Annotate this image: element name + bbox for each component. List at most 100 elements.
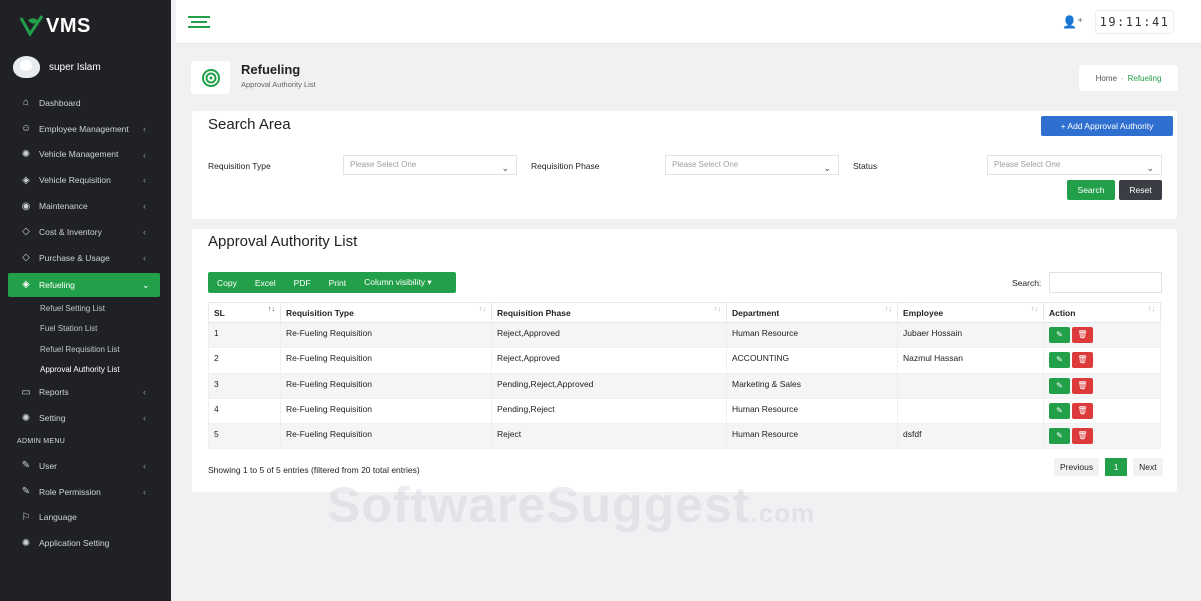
delete-icon[interactable]: 🗑 (1072, 402, 1093, 419)
sidebar-item-setting[interactable]: ✺ Setting ‹ (0, 405, 171, 431)
column-header-requisition-phase[interactable]: Requisition Phase ↑↓ (491, 302, 727, 323)
sidebar-subitem-fuel-station-list[interactable]: Fuel Station List (0, 319, 171, 339)
pdf-button[interactable]: PDF (285, 278, 320, 288)
sidebar-item-role-permission[interactable]: ✎ Role Permission ‹ (0, 479, 171, 505)
column-header-action[interactable]: Action ↑↓ (1043, 302, 1161, 323)
search-button[interactable]: Search (1067, 180, 1115, 200)
sidebar-item-label: Dashboard (39, 97, 81, 108)
sidebar-item-language[interactable]: ⚐ Language (0, 505, 171, 531)
chevron-down-icon: ⌄ (1146, 163, 1154, 173)
next-page-button[interactable]: Next (1133, 458, 1163, 476)
cell-requisition-type: Re-Fueling Requisition (280, 321, 492, 349)
sidebar-nav: ⌂ Dashboard ☺ Employee Management ‹ ✺ Vehicl… (0, 90, 171, 556)
sidebar-item-label: Application Setting (39, 538, 110, 549)
sidebar-item-employee-management[interactable]: ☺ Employee Management ‹ (0, 116, 171, 142)
delete-icon[interactable]: 🗑 (1072, 377, 1093, 394)
cell-requisition-phase: Pending,Reject (491, 397, 727, 425)
sidebar-item-vehicle-requisition[interactable]: ◈ Vehicle Requisition ‹ (0, 167, 171, 193)
sidebar-subitem-refuel-setting-list[interactable]: Refuel Setting List (0, 299, 171, 319)
sidebar-item-application-setting[interactable]: ✺ Application Setting (0, 530, 171, 556)
cell-requisition-type: Re-Fueling Requisition (280, 397, 492, 425)
chevron-left-icon: ‹ (143, 460, 146, 471)
add-user-icon[interactable]: 👤⁺ (1062, 15, 1083, 29)
delete-icon[interactable]: 🗑 (1072, 352, 1093, 369)
table-search-input[interactable] (1049, 272, 1162, 293)
column-header-label: Requisition Type (286, 307, 354, 318)
flag-icon: ⚐ (21, 511, 31, 523)
sidebar-subitem-refuel-requisition-list[interactable]: Refuel Requisition List (0, 339, 171, 359)
topbar: 👤⁺ 19:11:41 (176, 0, 1201, 44)
edit-icon[interactable]: ✎ (1049, 377, 1070, 394)
column-header-requisition-type[interactable]: Requisition Type ↑↓ (280, 302, 492, 323)
sidebar-item-cost-inventory[interactable]: ◇ Cost & Inventory ‹ (0, 219, 171, 245)
pagination: Previous 1 Next (1054, 458, 1163, 476)
edit-icon[interactable]: ✎ (1049, 352, 1070, 369)
sidebar-item-reports[interactable]: ▭ Reports ‹ (0, 379, 171, 405)
chevron-left-icon: ‹ (143, 413, 146, 424)
delete-icon[interactable]: 🗑 (1072, 428, 1093, 445)
delete-icon[interactable]: 🗑 (1072, 327, 1093, 343)
reset-button[interactable]: Reset (1119, 180, 1162, 200)
table-row: 5 Re-Fueling Requisition Reject Human Re… (208, 423, 1161, 450)
home-icon: ⌂ (22, 97, 30, 109)
chevron-down-icon: ⌄ (501, 163, 509, 173)
edit-icon[interactable]: ✎ (1049, 428, 1070, 445)
column-header-label: Action (1049, 307, 1076, 318)
cell-sl: 1 (208, 321, 281, 349)
cell-action: ✎ 🗑 (1043, 372, 1161, 399)
requisition-phase-label: Requisition Phase (531, 161, 600, 171)
print-button[interactable]: Print (320, 278, 355, 288)
requisition-type-label: Requisition Type (208, 161, 271, 171)
sidebar-item-label: Vehicle Management (39, 149, 119, 160)
table-row: 2 Re-Fueling Requisition Reject,Approved… (208, 347, 1161, 374)
chevron-left-icon: ‹ (143, 201, 146, 212)
excel-button[interactable]: Excel (246, 278, 285, 288)
edit-icon[interactable]: ✎ (1049, 402, 1070, 419)
copy-button[interactable]: Copy (208, 278, 246, 288)
cell-requisition-type: Re-Fueling Requisition (280, 372, 492, 399)
sidebar-item-vehicle-management[interactable]: ✺ Vehicle Management ‹ (0, 142, 171, 168)
sidebar-subitem-approval-authority-list[interactable]: Approval Authority List (0, 359, 171, 379)
sidebar-item-user[interactable]: ✎ User ‹ (0, 453, 171, 479)
sidebar-item-dashboard[interactable]: ⌂ Dashboard (0, 90, 171, 116)
watermark-text: SoftwareSuggest (327, 477, 751, 533)
previous-page-button[interactable]: Previous (1054, 458, 1100, 476)
page-1-button[interactable]: 1 (1105, 458, 1128, 476)
chevron-left-icon: ‹ (143, 387, 146, 398)
breadcrumb-home[interactable]: Home (1096, 74, 1117, 83)
cell-sl: 5 (208, 423, 281, 450)
requisition-phase-select[interactable]: Please Select One ⌄ (665, 155, 839, 175)
admin-menu-heading: ADMIN MENU (17, 438, 66, 446)
fuel-icon: ◈ (22, 279, 30, 291)
chevron-down-icon: ⌄ (142, 279, 150, 290)
user-profile[interactable]: super Islam (13, 56, 101, 78)
folder-icon: ▭ (21, 386, 31, 398)
column-header-label: Requisition Phase (497, 307, 571, 318)
column-header-label: SL (214, 307, 225, 318)
requisition-type-select[interactable]: Please Select One ⌄ (343, 155, 517, 175)
sidebar-item-purchase-usage[interactable]: ◇ Purchase & Usage ‹ (0, 245, 171, 271)
gear-icon: ✺ (21, 148, 31, 160)
sidebar-item-maintenance[interactable]: ◉ Maintenance ‹ (0, 193, 171, 219)
cell-sl: 3 (208, 372, 281, 399)
edit-icon[interactable]: ✎ (1049, 327, 1070, 343)
cell-action: ✎ 🗑 (1043, 321, 1161, 349)
user-name: super Islam (49, 61, 101, 73)
column-header-employee[interactable]: Employee ↑↓ (897, 302, 1044, 323)
status-value: Please Select One (994, 160, 1061, 169)
cell-employee: Jubaer Hossain (897, 321, 1044, 349)
clock: 19:11:41 (1095, 10, 1174, 34)
cell-sl: 2 (208, 347, 281, 374)
column-header-sl[interactable]: SL ↑↓ (208, 302, 281, 323)
app-logo[interactable]: VMS (18, 14, 91, 38)
column-header-department[interactable]: Department ↑↓ (726, 302, 898, 323)
status-select[interactable]: Please Select One ⌄ (987, 155, 1162, 175)
column-visibility-button[interactable]: Column visibility ▾ (355, 277, 441, 288)
search-area-title: Search Area (208, 116, 291, 133)
cell-department: Human Resource (726, 321, 898, 349)
add-approval-authority-button[interactable]: + Add Approval Authority (1041, 116, 1173, 136)
tag-icon: ◇ (22, 226, 30, 238)
sidebar-item-refueling[interactable]: ◈ Refueling ⌄ (8, 272, 160, 297)
page-icon (191, 61, 230, 94)
menu-toggle-icon[interactable] (188, 16, 210, 31)
